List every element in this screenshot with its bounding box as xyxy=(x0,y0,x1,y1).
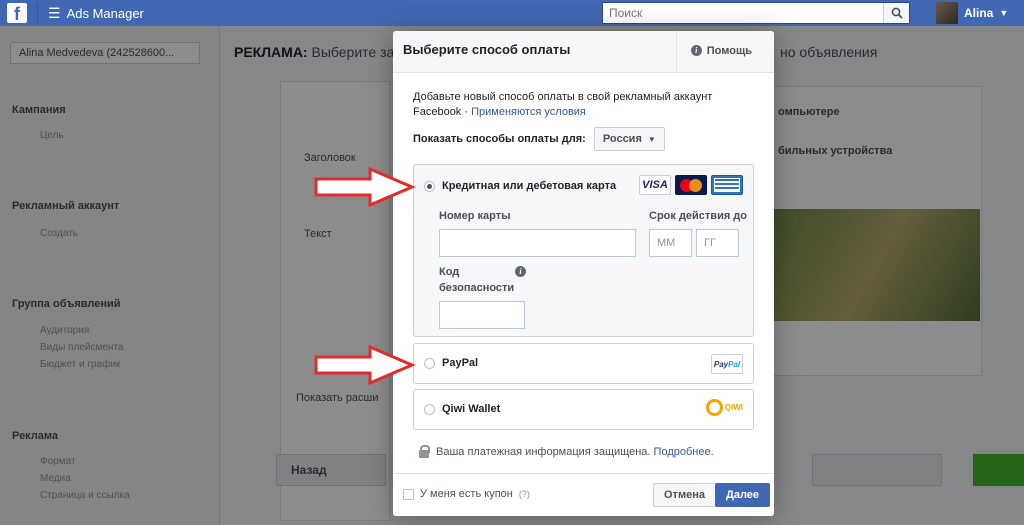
info-icon[interactable]: i xyxy=(515,266,526,277)
avatar xyxy=(936,2,958,24)
cancel-button[interactable]: Отмена xyxy=(653,483,716,507)
coupon-help-icon[interactable]: (?) xyxy=(519,489,530,499)
red-arrow-annotation-paypal xyxy=(314,344,416,386)
app-title[interactable]: Ads Manager xyxy=(67,6,144,21)
learn-more-link[interactable]: Подробнее. xyxy=(654,446,714,458)
facebook-logo-icon[interactable]: f xyxy=(7,3,27,23)
search-box xyxy=(602,2,910,24)
payment-option-qiwi[interactable]: Qiwi Wallet QIWI xyxy=(413,389,754,430)
search-input[interactable] xyxy=(603,3,883,23)
card-option-label: Кредитная или дебетовая карта xyxy=(442,180,617,192)
paypal-radio[interactable] xyxy=(424,358,435,369)
dialog-footer: У меня есть купон (?) Отмена Далее xyxy=(393,473,774,516)
country-dropdown[interactable]: Россия ▼ xyxy=(593,127,665,151)
country-row: Показать способы оплаты для: Россия ▼ xyxy=(413,127,665,151)
mastercard-logo-icon xyxy=(675,175,707,195)
red-arrow-annotation-card xyxy=(314,166,416,208)
expiry-year-input[interactable]: ГГ xyxy=(696,229,739,257)
search-icon xyxy=(891,7,903,19)
amex-logo-icon xyxy=(711,175,743,195)
paypal-option-label: PayPal xyxy=(442,357,479,369)
divider xyxy=(37,3,38,23)
menu-icon[interactable]: ☰ xyxy=(48,5,61,22)
coupon-row: У меня есть купон (?) xyxy=(403,488,530,500)
card-radio[interactable] xyxy=(424,181,435,192)
chevron-down-icon: ▼ xyxy=(999,8,1009,18)
security-notice: Ваша платежная информация защищена. Подр… xyxy=(419,445,714,458)
expiry-month-input[interactable]: ММ xyxy=(649,229,692,257)
help-label: Помощь xyxy=(706,45,752,57)
dialog-header: Выберите способ оплаты i Помощь xyxy=(393,31,774,73)
country-value: Россия xyxy=(602,133,642,145)
security-code-input[interactable] xyxy=(439,301,525,329)
security-code-label: Код безопасности xyxy=(439,266,515,294)
info-icon: i xyxy=(690,45,702,56)
country-label: Показать способы оплаты для: xyxy=(413,133,586,145)
user-menu[interactable]: Alina ▼ xyxy=(936,2,1008,24)
qiwi-logo-icon: QIWI xyxy=(705,399,743,416)
payment-option-paypal[interactable]: PayPal Pay Pal xyxy=(413,343,754,384)
qiwi-option-label: Qiwi Wallet xyxy=(442,403,501,415)
card-brands: VISA xyxy=(639,175,743,195)
visa-logo-icon: VISA xyxy=(639,175,671,195)
paypal-logo-icon: Pay Pal xyxy=(711,354,743,374)
security-text: Ваша платежная информация защищена. xyxy=(436,445,651,458)
search-button[interactable] xyxy=(883,3,909,23)
payment-option-card[interactable]: Кредитная или дебетовая карта VISA Номер… xyxy=(413,164,754,337)
lock-icon xyxy=(419,445,430,458)
chevron-down-icon: ▼ xyxy=(647,134,656,144)
payment-method-dialog: Выберите способ оплаты i Помощь Добавьте… xyxy=(393,31,774,516)
terms-link[interactable]: Применяются условия xyxy=(471,106,586,118)
user-name: Alina xyxy=(964,6,994,20)
coupon-checkbox[interactable] xyxy=(403,488,414,500)
coupon-label[interactable]: У меня есть купон xyxy=(420,488,513,500)
top-bar: f ☰ Ads Manager Alina ▼ xyxy=(0,0,1024,26)
dialog-title: Выберите способ оплаты xyxy=(403,42,571,57)
card-number-input[interactable] xyxy=(439,229,636,257)
card-number-label: Номер карты xyxy=(439,210,511,222)
help-button[interactable]: i Помощь xyxy=(675,31,774,73)
next-button[interactable]: Далее xyxy=(715,483,771,507)
intro-text: Добавьте новый способ оплаты в свой рекл… xyxy=(413,91,713,118)
expiry-label: Срок действия до xyxy=(649,210,748,222)
qiwi-radio[interactable] xyxy=(424,404,435,415)
